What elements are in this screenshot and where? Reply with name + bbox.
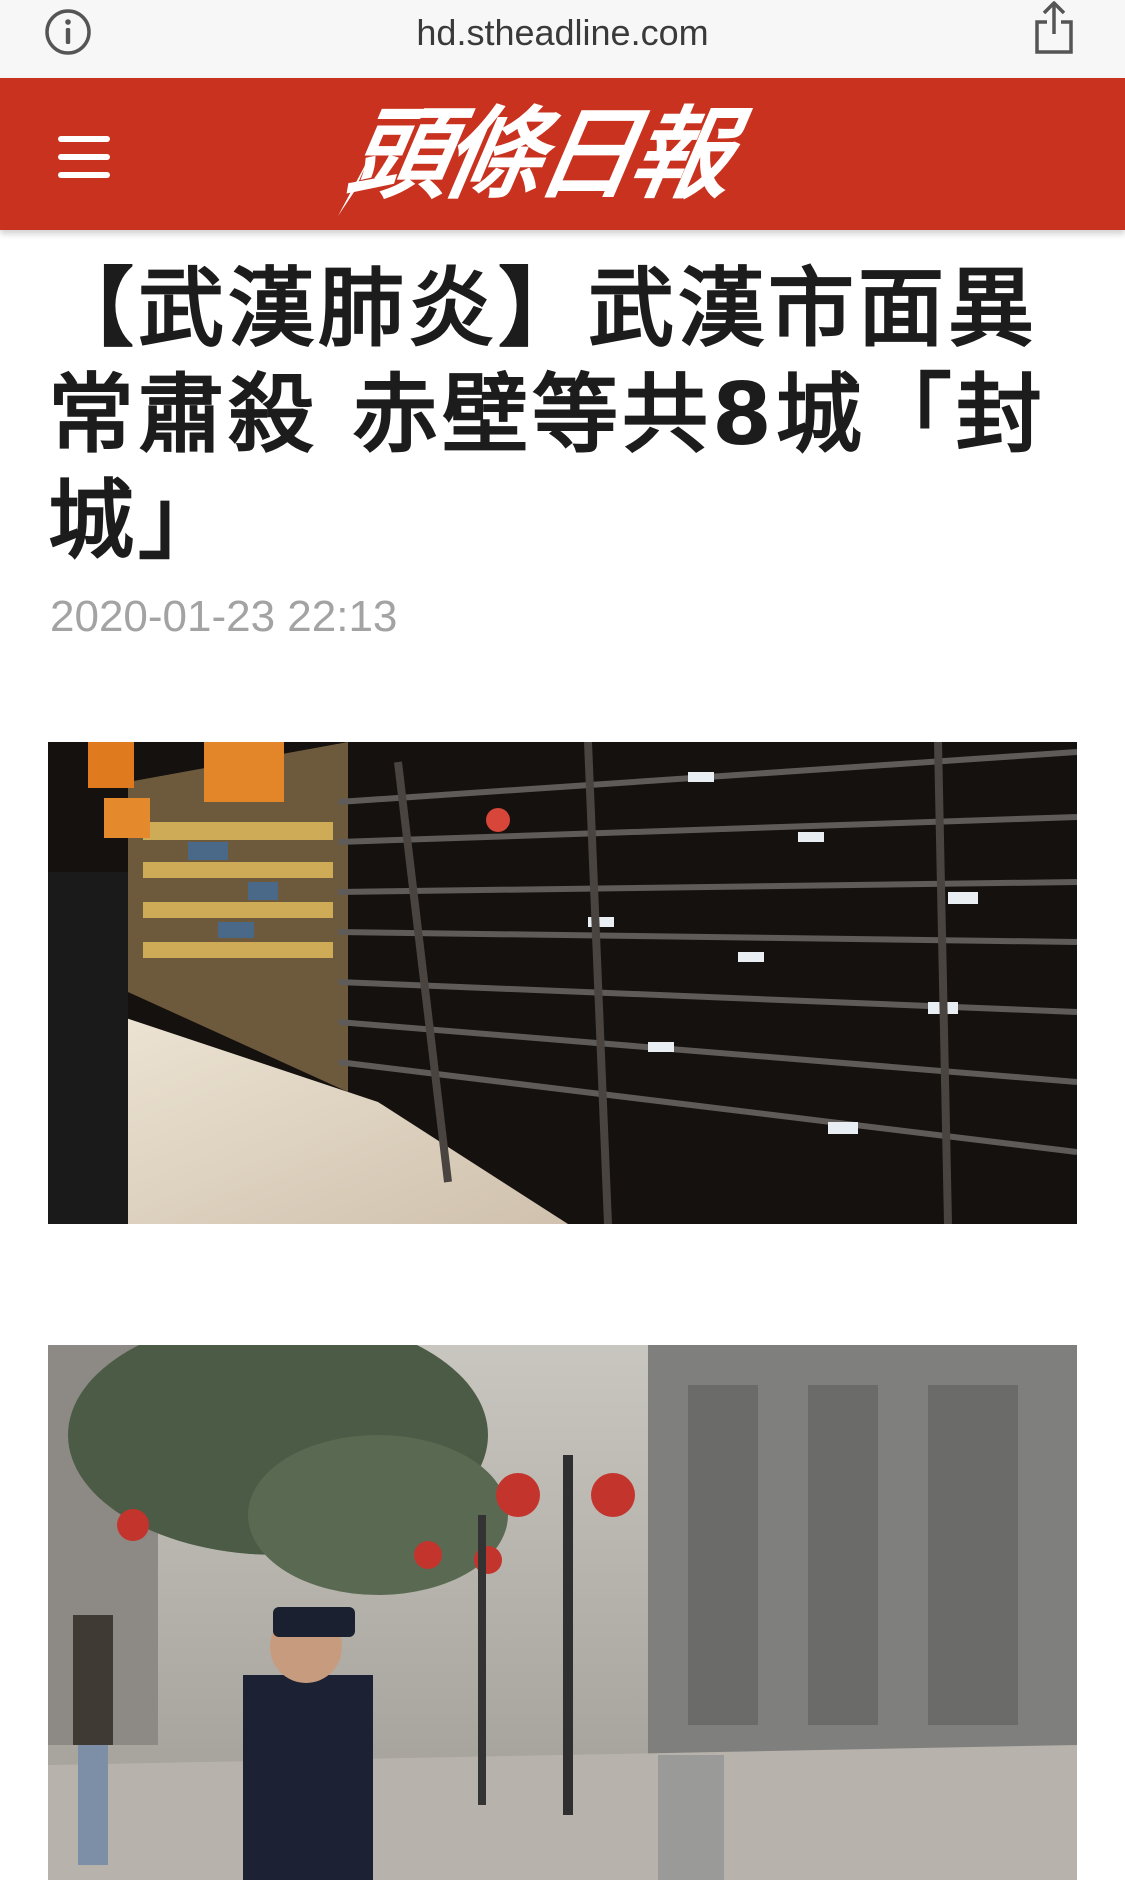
deserted-pedestrian-street-photo[interactable] bbox=[48, 1345, 1077, 1880]
article-title: 【武漢肺炎】武漢市面異常肅殺 赤壁等共8城「封城」 bbox=[48, 259, 1046, 571]
browser-url-bar: hd.stheadline.com bbox=[0, 0, 1125, 78]
logo-text: 頭條日報 bbox=[339, 96, 737, 213]
share-icon[interactable] bbox=[1032, 0, 1076, 58]
site-header: 頭條日報 bbox=[0, 78, 1125, 230]
hamburger-menu-icon[interactable] bbox=[58, 136, 114, 182]
logo-slash-icon bbox=[338, 156, 370, 216]
article-timestamp: 2020-01-23 22:13 bbox=[50, 592, 398, 641]
site-logo[interactable]: 頭條日報 bbox=[330, 92, 810, 216]
empty-supermarket-shelves-photo[interactable] bbox=[48, 742, 1077, 1224]
url-text[interactable]: hd.stheadline.com bbox=[0, 0, 1125, 66]
